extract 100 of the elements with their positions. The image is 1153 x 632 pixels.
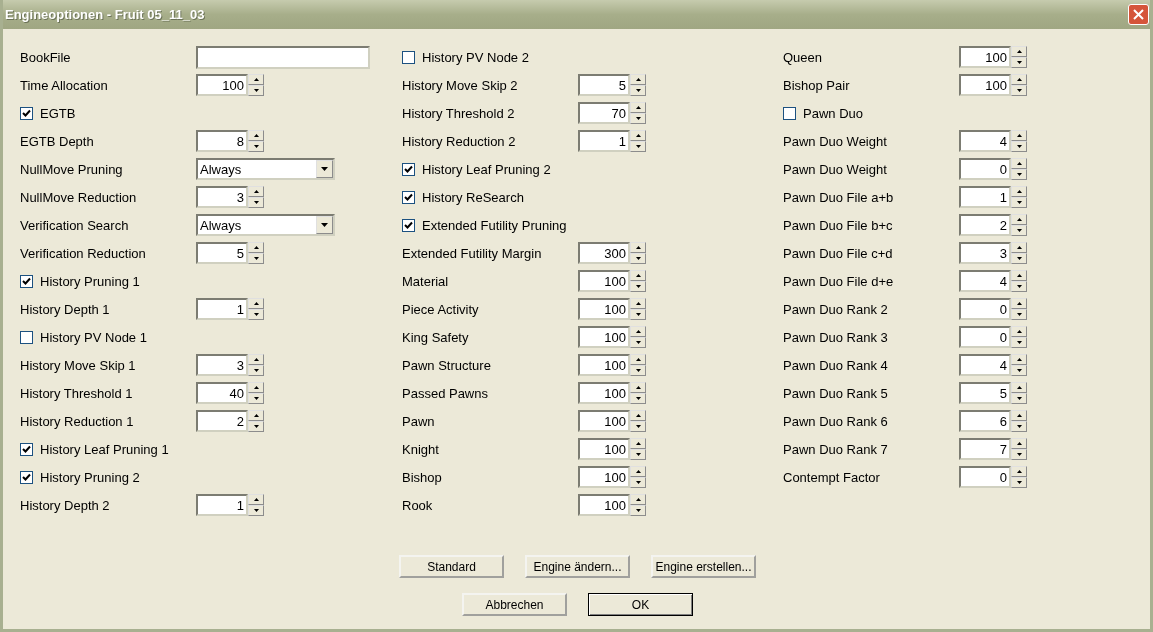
close-button[interactable]	[1128, 4, 1149, 25]
spin-buttons[interactable]	[1011, 242, 1027, 264]
number-field[interactable]: 70	[578, 102, 630, 124]
number-field[interactable]: 100	[959, 46, 1011, 68]
checkbox[interactable]	[402, 190, 415, 204]
spin-buttons[interactable]	[1011, 382, 1027, 404]
number-field[interactable]: 100	[578, 410, 630, 432]
spin-buttons[interactable]	[248, 186, 264, 208]
spin-buttons[interactable]	[630, 354, 646, 376]
spin-buttons[interactable]	[1011, 270, 1027, 292]
number-field[interactable]: 100	[578, 270, 630, 292]
checkbox-label[interactable]: History Pruning 2	[40, 469, 140, 485]
number-field[interactable]: 100	[959, 74, 1011, 96]
number-field[interactable]: 100	[578, 466, 630, 488]
spin-buttons[interactable]	[1011, 466, 1027, 488]
number-field[interactable]: 300	[578, 242, 630, 264]
number-field[interactable]: 8	[196, 130, 248, 152]
number-field[interactable]: 4	[959, 130, 1011, 152]
spin-buttons[interactable]	[1011, 410, 1027, 432]
dropdown[interactable]: Always	[196, 214, 335, 236]
spin-buttons[interactable]	[248, 74, 264, 96]
spin-buttons[interactable]	[630, 242, 646, 264]
checkbox-label[interactable]: Pawn Duo	[803, 105, 863, 121]
spin-buttons[interactable]	[1011, 130, 1027, 152]
spin-buttons[interactable]	[630, 410, 646, 432]
number-field[interactable]: 7	[959, 438, 1011, 460]
input-field[interactable]	[196, 45, 370, 69]
number-field[interactable]: 2	[959, 214, 1011, 236]
checkbox[interactable]	[20, 330, 33, 344]
number-field[interactable]: 1	[196, 298, 248, 320]
spin-buttons[interactable]	[248, 130, 264, 152]
spin-buttons[interactable]	[630, 494, 646, 516]
number-field[interactable]: 100	[578, 438, 630, 460]
number-field[interactable]: 40	[196, 382, 248, 404]
number-field[interactable]: 0	[959, 158, 1011, 180]
dialog-button[interactable]: Standard	[399, 555, 504, 578]
spin-buttons[interactable]	[248, 354, 264, 376]
spin-buttons[interactable]	[248, 382, 264, 404]
spin-buttons[interactable]	[630, 298, 646, 320]
number-field[interactable]: 100	[578, 298, 630, 320]
spin-buttons[interactable]	[630, 466, 646, 488]
checkbox-label[interactable]: History PV Node 2	[422, 49, 529, 65]
number-field[interactable]: 4	[959, 270, 1011, 292]
number-field[interactable]: 1	[196, 494, 248, 516]
checkbox-label[interactable]: History Leaf Pruning 1	[40, 441, 169, 457]
spin-buttons[interactable]	[1011, 326, 1027, 348]
spin-buttons[interactable]	[1011, 158, 1027, 180]
number-field[interactable]: 5	[578, 74, 630, 96]
number-field[interactable]: 100	[578, 326, 630, 348]
number-field[interactable]: 0	[959, 326, 1011, 348]
spin-buttons[interactable]	[630, 382, 646, 404]
spin-buttons[interactable]	[630, 130, 646, 152]
spin-buttons[interactable]	[630, 102, 646, 124]
spin-buttons[interactable]	[630, 270, 646, 292]
number-field[interactable]: 5	[959, 382, 1011, 404]
number-field[interactable]: 100	[578, 494, 630, 516]
checkbox[interactable]	[20, 106, 33, 120]
dialog-button[interactable]: OK	[588, 593, 693, 616]
checkbox[interactable]	[402, 162, 415, 176]
spin-buttons[interactable]	[248, 242, 264, 264]
spin-buttons[interactable]	[1011, 298, 1027, 320]
spin-buttons[interactable]	[1011, 354, 1027, 376]
number-field[interactable]: 3	[959, 242, 1011, 264]
spin-buttons[interactable]	[248, 494, 264, 516]
number-field[interactable]: 4	[959, 354, 1011, 376]
number-field[interactable]: 100	[578, 382, 630, 404]
checkbox[interactable]	[402, 218, 415, 232]
number-field[interactable]: 1	[959, 186, 1011, 208]
checkbox[interactable]	[20, 274, 33, 288]
dialog-button[interactable]: Abbrechen	[462, 593, 567, 616]
checkbox[interactable]	[783, 106, 796, 120]
spin-buttons[interactable]	[1011, 438, 1027, 460]
number-field[interactable]: 3	[196, 354, 248, 376]
number-field[interactable]: 100	[196, 74, 248, 96]
number-field[interactable]: 0	[959, 298, 1011, 320]
checkbox-label[interactable]: History Leaf Pruning 2	[422, 161, 551, 177]
spin-buttons[interactable]	[248, 410, 264, 432]
number-field[interactable]: 0	[959, 466, 1011, 488]
dropdown[interactable]: Always	[196, 158, 335, 180]
checkbox-label[interactable]: History Pruning 1	[40, 273, 140, 289]
number-field[interactable]: 1	[578, 130, 630, 152]
number-field[interactable]: 100	[578, 354, 630, 376]
number-field[interactable]: 2	[196, 410, 248, 432]
checkbox[interactable]	[402, 50, 415, 64]
spin-buttons[interactable]	[1011, 74, 1027, 96]
spin-buttons[interactable]	[1011, 46, 1027, 68]
spin-buttons[interactable]	[1011, 214, 1027, 236]
dialog-button[interactable]: Engine erstellen...	[651, 555, 756, 578]
number-field[interactable]: 3	[196, 186, 248, 208]
spin-buttons[interactable]	[630, 74, 646, 96]
dialog-button[interactable]: Engine ändern...	[525, 555, 630, 578]
checkbox-label[interactable]: History PV Node 1	[40, 329, 147, 345]
checkbox-label[interactable]: EGTB	[40, 105, 76, 121]
spin-buttons[interactable]	[248, 298, 264, 320]
checkbox[interactable]	[20, 470, 33, 484]
number-field[interactable]: 5	[196, 242, 248, 264]
checkbox-label[interactable]: History ReSearch	[422, 189, 524, 205]
spin-buttons[interactable]	[1011, 186, 1027, 208]
spin-buttons[interactable]	[630, 326, 646, 348]
checkbox[interactable]	[20, 442, 33, 456]
